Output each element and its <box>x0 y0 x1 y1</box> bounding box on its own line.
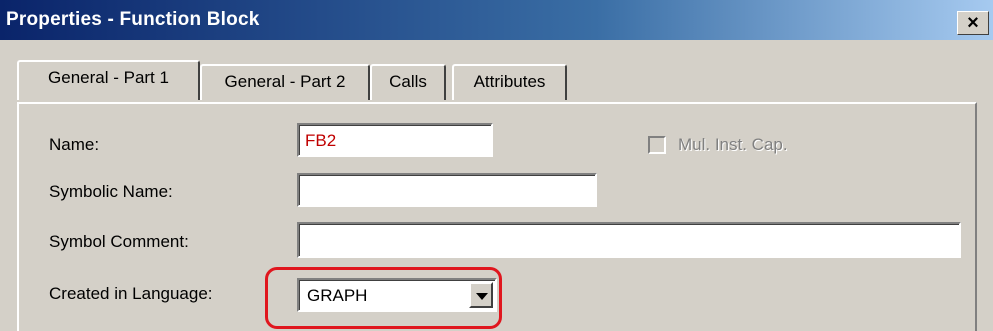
tab-general-part-2[interactable]: General - Part 2 <box>200 64 370 100</box>
tab-calls[interactable]: Calls <box>370 64 446 100</box>
title-bar[interactable]: Properties - Function Block × <box>0 0 993 40</box>
mul-inst-cap-checkbox[interactable] <box>648 136 666 154</box>
name-value: FB2 <box>305 131 337 150</box>
highlight-annotation <box>265 267 502 329</box>
tab-attributes[interactable]: Attributes <box>452 64 567 100</box>
tab-label: General - Part 2 <box>224 72 346 91</box>
mul-inst-cap-label: Mul. Inst. Cap. <box>678 135 788 154</box>
close-button[interactable]: × <box>957 11 989 35</box>
name-label: Name: <box>49 135 100 154</box>
tab-general-part-1[interactable]: General - Part 1 <box>17 60 200 100</box>
created-in-language-label: Created in Language: <box>49 284 213 303</box>
name-field[interactable]: FB2 <box>297 123 493 157</box>
symbolic-name-field[interactable] <box>297 173 597 207</box>
symbolic-name-label: Symbolic Name: <box>49 182 173 201</box>
symbol-comment-field[interactable] <box>297 222 961 258</box>
symbol-comment-label: Symbol Comment: <box>49 232 189 251</box>
tab-label: General - Part 1 <box>48 68 169 87</box>
tab-label: Attributes <box>473 72 546 91</box>
window-title: Properties - Function Block <box>6 9 260 30</box>
tab-label: Calls <box>389 72 427 91</box>
